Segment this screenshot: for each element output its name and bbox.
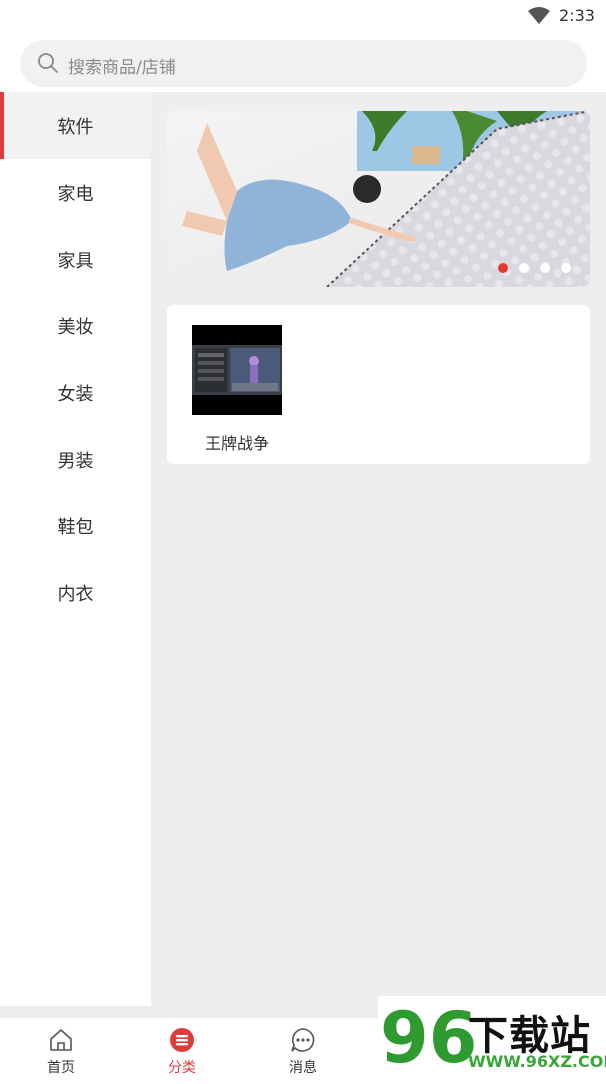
sidebar-item-label: 鞋包 bbox=[57, 516, 94, 538]
sidebar-item-label: 女装 bbox=[57, 383, 94, 405]
sidebar-item-bags[interactable]: 鞋包 bbox=[0, 492, 151, 559]
tab-home[interactable]: 首页 bbox=[0, 1018, 122, 1080]
status-bar: 2:33 bbox=[0, 0, 606, 32]
carousel-dot[interactable] bbox=[498, 263, 508, 273]
sidebar-item-label: 内衣 bbox=[57, 583, 94, 605]
tab-label: 消息 bbox=[289, 1060, 317, 1076]
category-sidebar: 软件 家电 家具 美妆 女装 男装 鞋包 内衣 bbox=[0, 92, 151, 1006]
banner-carousel[interactable] bbox=[167, 111, 590, 287]
sidebar-item-label: 家电 bbox=[57, 183, 94, 205]
tab-category[interactable]: 分类 bbox=[121, 1018, 243, 1080]
banner-image bbox=[167, 111, 590, 287]
sidebar-item-mens[interactable]: 男装 bbox=[0, 426, 151, 493]
message-icon bbox=[291, 1028, 315, 1052]
category-icon bbox=[170, 1028, 194, 1052]
carousel-dot[interactable] bbox=[540, 263, 550, 273]
sidebar-item-appliances[interactable]: 家电 bbox=[0, 159, 151, 226]
sidebar-item-womens[interactable]: 女装 bbox=[0, 359, 151, 426]
svg-text:96: 96 bbox=[380, 997, 477, 1079]
sidebar-item-software[interactable]: 软件 bbox=[0, 92, 151, 159]
tab-label: 分类 bbox=[168, 1060, 196, 1076]
search-input[interactable]: 搜索商品/店铺 bbox=[68, 53, 176, 78]
home-icon bbox=[50, 1029, 72, 1051]
sidebar-item-label: 软件 bbox=[57, 116, 94, 138]
carousel-dot[interactable] bbox=[519, 263, 529, 273]
status-time: 2:33 bbox=[559, 6, 595, 25]
search-bar[interactable]: 搜索商品/店铺 bbox=[20, 40, 587, 87]
search-icon bbox=[38, 53, 58, 73]
tab-messages[interactable]: 消息 bbox=[242, 1018, 364, 1080]
game-thumbnail[interactable] bbox=[192, 325, 282, 415]
sidebar-item-label: 家具 bbox=[57, 250, 94, 272]
sidebar-item-label: 男装 bbox=[57, 450, 94, 472]
sidebar-item-makeup[interactable]: 美妆 bbox=[0, 292, 151, 359]
sidebar-item-underwear[interactable]: 内衣 bbox=[0, 559, 151, 626]
wifi-icon bbox=[528, 7, 550, 24]
carousel-dot[interactable] bbox=[561, 263, 571, 273]
watermark-url: WWW.96XZ.COM bbox=[468, 1052, 606, 1071]
tab-label: 首页 bbox=[47, 1060, 75, 1076]
sidebar-item-furniture[interactable]: 家具 bbox=[0, 226, 151, 293]
sidebar-item-label: 美妆 bbox=[57, 316, 94, 338]
category-item-label[interactable]: 王牌战争 bbox=[192, 430, 282, 454]
